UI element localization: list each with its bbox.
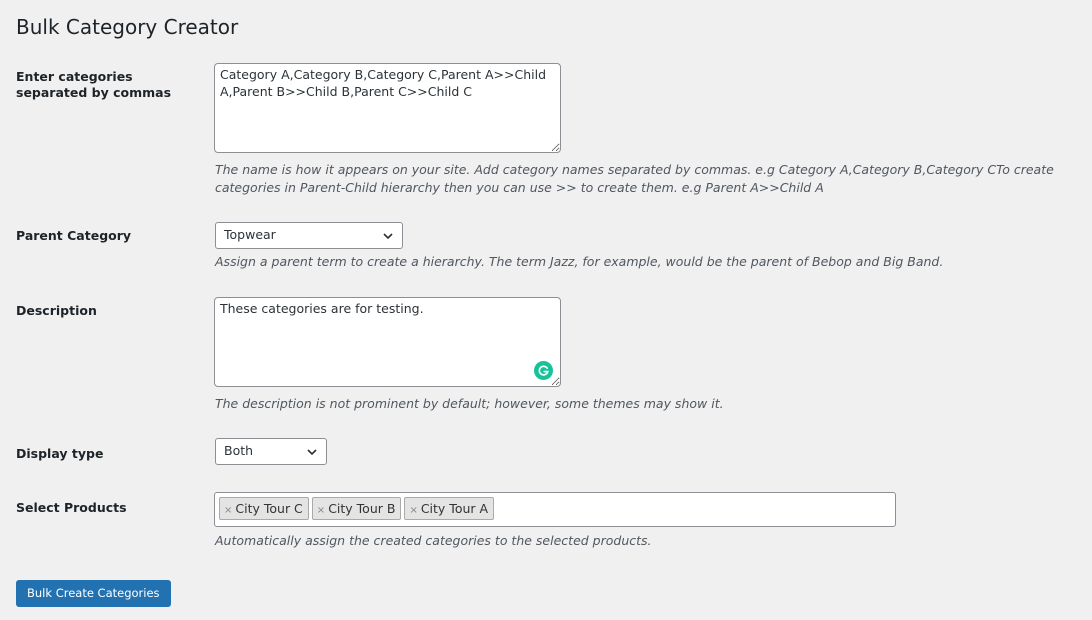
remove-tag-icon[interactable]: × (317, 505, 325, 516)
product-tag: × City Tour C (219, 497, 309, 520)
display-type-select[interactable]: Both (215, 438, 327, 465)
product-tag: × City Tour A (404, 497, 495, 520)
grammarly-icon[interactable] (534, 361, 553, 380)
categories-label: Enter categories separated by commas (16, 69, 172, 100)
product-tag-label: City Tour A (420, 501, 489, 516)
product-tag: × City Tour B (311, 497, 402, 520)
page-title: Bulk Category Creator (16, 15, 239, 39)
display-type-selected: Both (224, 443, 254, 458)
select-products-label: Select Products (16, 500, 127, 515)
parent-category-selected: Topwear (224, 227, 276, 242)
product-tag-label: City Tour B (328, 501, 396, 516)
description-label: Description (16, 303, 97, 318)
remove-tag-icon[interactable]: × (409, 505, 417, 516)
description-help-text: The description is not prominent by defa… (215, 396, 724, 411)
categories-help-text: The name is how it appears on your site.… (215, 162, 1054, 195)
description-textarea[interactable]: These categories are for testing. (214, 297, 561, 387)
chevron-down-icon (383, 233, 393, 240)
select-products-help-text: Automatically assign the created categor… (215, 533, 652, 548)
products-multiselect[interactable]: × City Tour C × City Tour B × City Tour A (214, 492, 896, 527)
bulk-create-categories-button[interactable]: Bulk Create Categories (16, 580, 171, 607)
display-type-label: Display type (16, 446, 104, 461)
parent-category-select[interactable]: Topwear (215, 222, 403, 249)
parent-category-help-text: Assign a parent term to create a hierarc… (215, 254, 944, 269)
remove-tag-icon[interactable]: × (224, 505, 232, 516)
parent-category-label: Parent Category (16, 228, 132, 243)
chevron-down-icon (307, 449, 317, 456)
product-tag-label: City Tour C (235, 501, 303, 516)
categories-textarea[interactable]: Category A,Category B,Category C,Parent … (214, 63, 561, 153)
